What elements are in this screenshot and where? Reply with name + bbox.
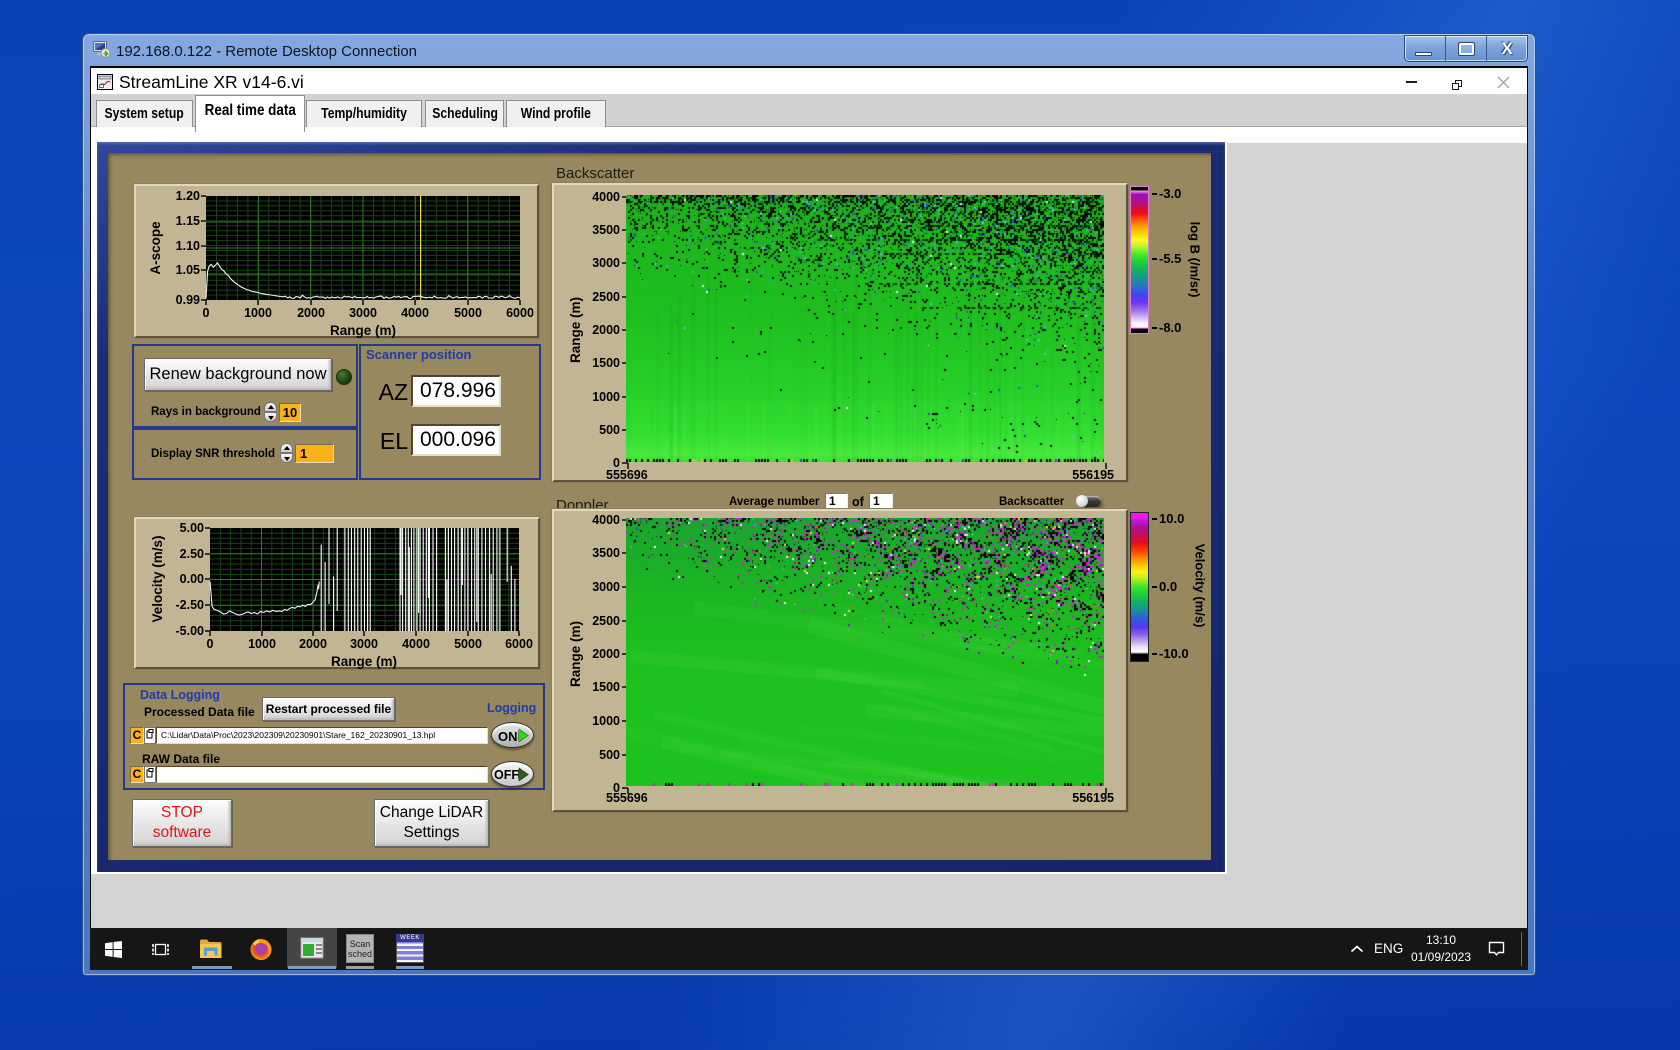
svg-text:2.50: 2.50 (180, 547, 204, 561)
svg-text:555696: 555696 (606, 791, 648, 805)
svg-text:3000: 3000 (592, 256, 620, 270)
svg-text:3000: 3000 (592, 580, 620, 594)
svg-text:556195: 556195 (1072, 468, 1114, 482)
svg-text:2500: 2500 (592, 290, 620, 304)
svg-text:500: 500 (599, 423, 620, 437)
svg-text:Range (m): Range (m) (331, 654, 397, 669)
svg-text:0: 0 (207, 637, 214, 651)
svg-text:2000: 2000 (297, 306, 325, 320)
svg-text:1500: 1500 (592, 680, 620, 694)
svg-text:-5.00: -5.00 (176, 624, 205, 638)
svg-text:1500: 1500 (592, 356, 620, 370)
svg-text:2000: 2000 (592, 647, 620, 661)
svg-text:0.99: 0.99 (176, 293, 200, 307)
svg-text:2500: 2500 (592, 614, 620, 628)
svg-text:2000: 2000 (299, 637, 327, 651)
svg-text:1000: 1000 (248, 637, 276, 651)
svg-text:3500: 3500 (592, 223, 620, 237)
svg-text:4000: 4000 (592, 513, 620, 527)
svg-text:2000: 2000 (592, 323, 620, 337)
svg-text:1.20: 1.20 (176, 189, 200, 203)
svg-text:6000: 6000 (505, 637, 533, 651)
svg-text:0.00: 0.00 (180, 572, 204, 586)
svg-text:1000: 1000 (592, 714, 620, 728)
svg-text:5000: 5000 (454, 637, 482, 651)
svg-text:Velocity (m/s): Velocity (m/s) (150, 535, 165, 622)
svg-text:Range (m): Range (m) (330, 323, 396, 338)
svg-text:1000: 1000 (244, 306, 272, 320)
svg-text:5.00: 5.00 (180, 521, 204, 535)
svg-text:556195: 556195 (1072, 791, 1114, 805)
svg-text:1.05: 1.05 (176, 263, 200, 277)
svg-text:500: 500 (599, 748, 620, 762)
svg-text:5000: 5000 (454, 306, 482, 320)
svg-text:4000: 4000 (592, 190, 620, 204)
svg-text:3000: 3000 (350, 637, 378, 651)
svg-text:1.10: 1.10 (176, 239, 200, 253)
svg-text:1000: 1000 (592, 390, 620, 404)
svg-text:Range (m): Range (m) (568, 297, 583, 363)
svg-text:6000: 6000 (506, 306, 534, 320)
svg-text:3500: 3500 (592, 546, 620, 560)
svg-text:1.15: 1.15 (176, 214, 200, 228)
svg-text:555696: 555696 (606, 468, 648, 482)
svg-text:3000: 3000 (349, 306, 377, 320)
svg-text:Range (m): Range (m) (568, 621, 583, 687)
svg-text:0: 0 (203, 306, 210, 320)
svg-text:-2.50: -2.50 (176, 598, 205, 612)
svg-text:A-scope: A-scope (148, 221, 163, 275)
svg-text:4000: 4000 (401, 306, 429, 320)
svg-text:4000: 4000 (402, 637, 430, 651)
